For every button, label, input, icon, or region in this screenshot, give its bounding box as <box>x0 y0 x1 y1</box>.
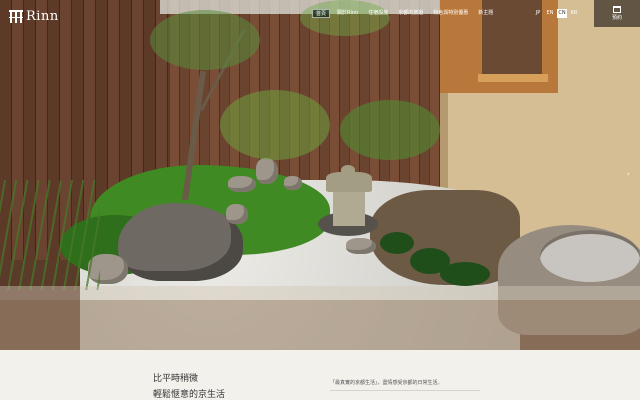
tree-foliage <box>150 10 260 70</box>
stone-lantern <box>333 188 365 226</box>
lang-cn[interactable]: CN <box>557 9 567 18</box>
nav-item-offers[interactable]: 特色與特別優惠 <box>430 9 471 18</box>
lang-jp[interactable]: JP <box>533 9 543 18</box>
lang-kr[interactable]: KR <box>569 9 579 18</box>
language-switcher: JP EN CN KR <box>533 9 579 18</box>
nav-item-topics[interactable]: 新主題 <box>475 9 496 18</box>
intro-section <box>0 350 640 400</box>
nav-item-home[interactable]: 首頁 <box>312 9 331 18</box>
site-logo[interactable]: Rinn <box>9 9 59 24</box>
logo-text: Rinn <box>26 9 59 24</box>
tree-foliage <box>300 0 390 36</box>
nav-item-rooms[interactable]: 住宿設施 <box>365 9 391 18</box>
intro-heading: 比平時稍微 輕鬆愜意的京生活 <box>153 371 225 400</box>
tree-foliage <box>340 100 440 160</box>
tree-foliage <box>220 90 330 160</box>
reserve-button[interactable]: 預約 <box>594 0 640 27</box>
garden-stone <box>346 238 376 254</box>
window-sill <box>478 74 548 82</box>
garden-stone <box>284 176 302 190</box>
ornamental-grass <box>0 180 100 290</box>
chevron-right-icon[interactable]: › <box>627 170 630 178</box>
calendar-icon <box>613 6 621 13</box>
garden-stone <box>226 204 248 224</box>
hero-image <box>0 0 640 350</box>
reserve-label: 預約 <box>611 15 622 21</box>
divider <box>330 390 480 391</box>
basin-gravel <box>540 230 640 282</box>
garden-stone <box>228 176 256 192</box>
garden-boulder <box>118 203 243 281</box>
nav-item-kyoto-travel[interactable]: 京都的旅遊 <box>395 9 426 18</box>
lantern-roof <box>326 172 372 192</box>
intro-heading-line2: 輕鬆愜意的京生活 <box>153 390 226 400</box>
garden-stone <box>256 158 278 184</box>
intro-heading-line1: 比平時稍微 <box>153 374 199 384</box>
intro-subtitle: 「最真實的京都生活」，盡情感受京都的日常生活。 <box>330 380 443 386</box>
lang-en[interactable]: EN <box>545 9 555 18</box>
lantern-finial <box>341 165 355 175</box>
logo-icon <box>9 10 23 23</box>
shrub <box>440 262 490 286</box>
wooden-deck <box>0 300 640 350</box>
shrub <box>380 232 414 254</box>
main-nav: 首頁 關於Rinn 住宿設施 京都的旅遊 特色與特別優惠 新主題 <box>312 9 496 18</box>
nav-item-about[interactable]: 關於Rinn <box>334 9 361 18</box>
